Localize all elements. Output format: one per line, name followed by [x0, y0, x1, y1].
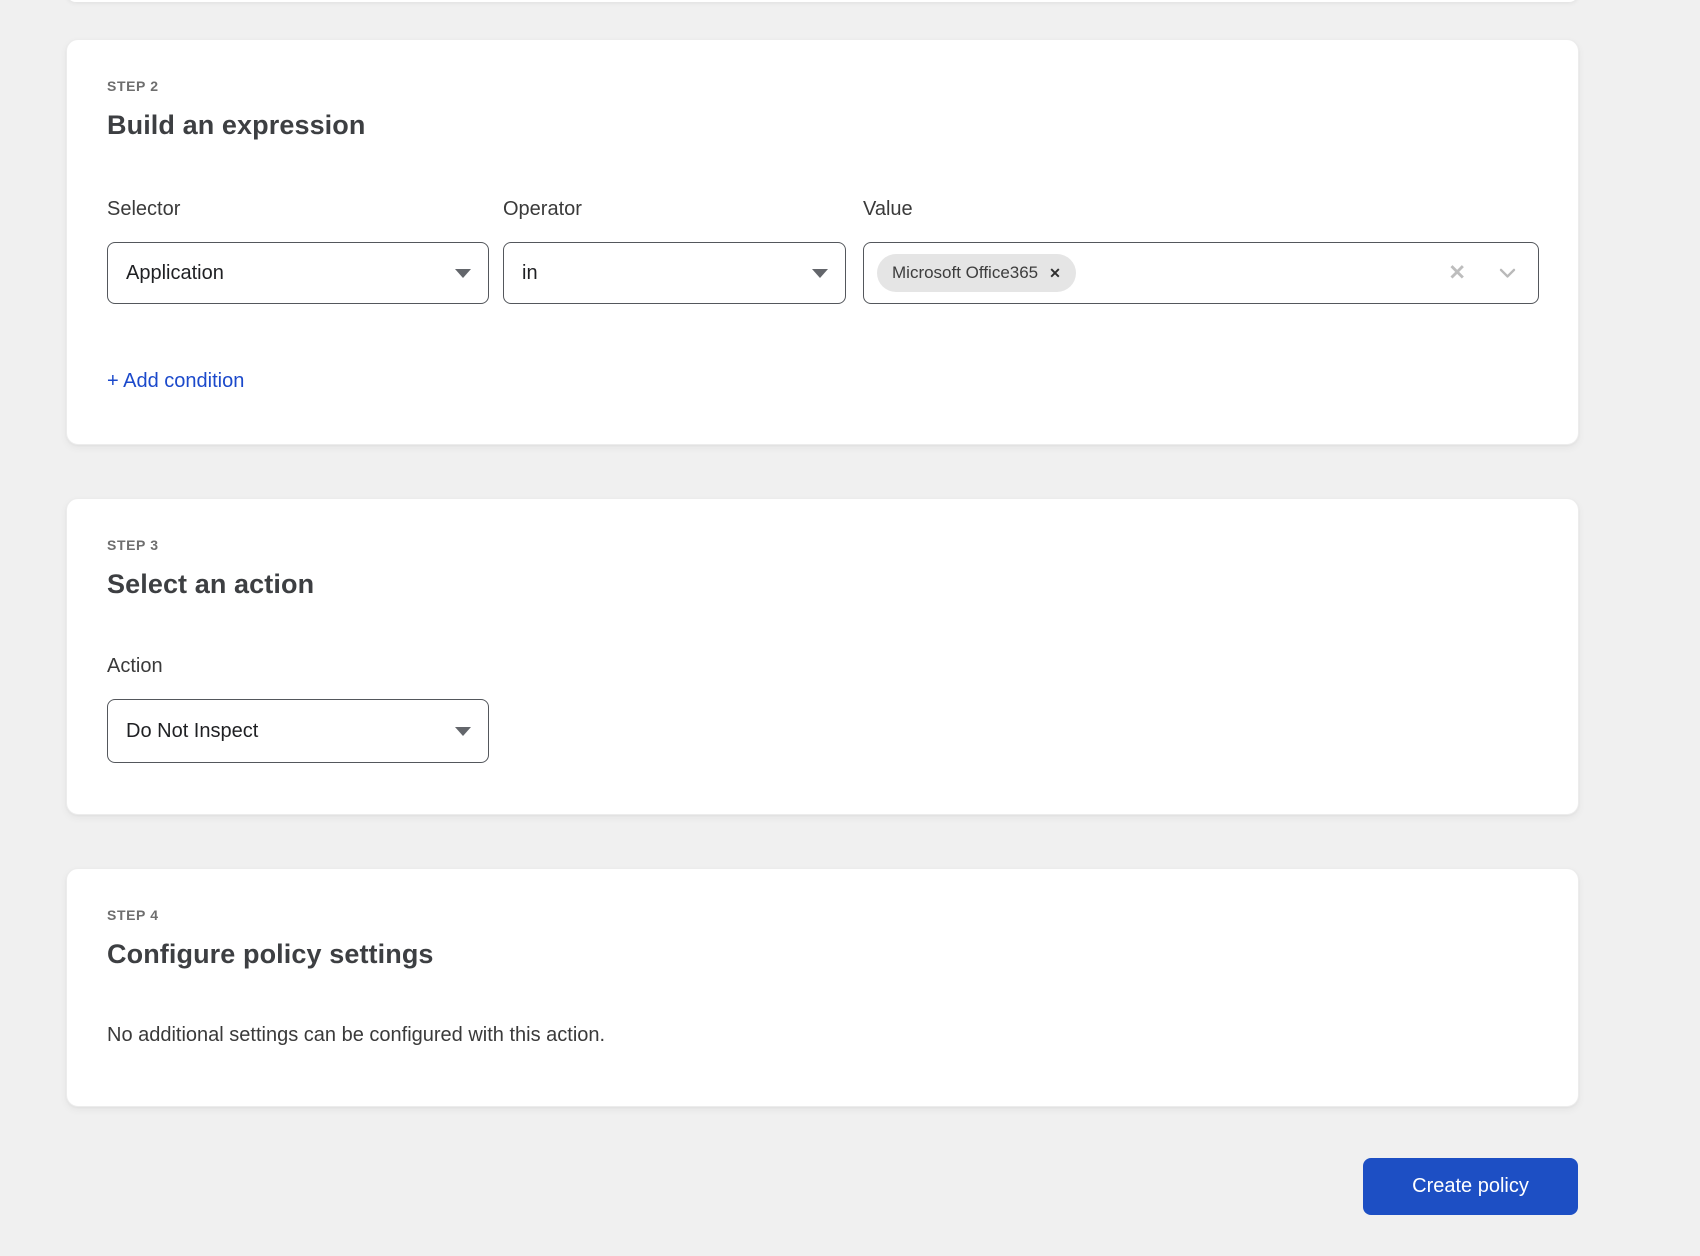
operator-dropdown-value: in — [522, 262, 538, 285]
step4-label: STEP 4 — [107, 907, 159, 923]
selected-value-tag-label: Microsoft Office365 — [892, 263, 1038, 283]
clear-selection-icon[interactable]: ✕ — [1448, 263, 1466, 284]
selector-dropdown-value: Application — [126, 262, 224, 285]
selector-field-label: Selector — [107, 198, 180, 221]
action-field-label: Action — [107, 655, 163, 678]
settings-note-text: No additional settings can be configured… — [107, 1024, 605, 1047]
tag-remove-icon[interactable]: ✕ — [1049, 266, 1061, 280]
previous-card-bottom-edge — [66, 0, 1579, 2]
dropdown-caret-icon — [455, 269, 471, 278]
create-policy-button[interactable]: Create policy — [1363, 1158, 1578, 1215]
selected-value-tag: Microsoft Office365 ✕ — [877, 254, 1076, 292]
step2-card: STEP 2 Build an expression Selector Oper… — [66, 39, 1579, 445]
action-dropdown-value: Do Not Inspect — [126, 720, 258, 743]
step2-label: STEP 2 — [107, 78, 159, 94]
chevron-down-icon[interactable] — [1499, 268, 1516, 279]
add-condition-link[interactable]: + Add condition — [107, 370, 244, 393]
selector-dropdown[interactable]: Application — [107, 242, 489, 304]
value-field-label: Value — [863, 198, 913, 221]
step2-title: Build an expression — [107, 110, 365, 141]
step4-card: STEP 4 Configure policy settings No addi… — [66, 868, 1579, 1107]
step4-title: Configure policy settings — [107, 939, 434, 970]
step3-label: STEP 3 — [107, 537, 159, 553]
dropdown-caret-icon — [455, 727, 471, 736]
value-multiselect-input[interactable]: Microsoft Office365 ✕ ✕ — [863, 242, 1539, 304]
step3-card: STEP 3 Select an action Action Do Not In… — [66, 498, 1579, 815]
step3-title: Select an action — [107, 569, 314, 600]
operator-dropdown[interactable]: in — [503, 242, 846, 304]
dropdown-caret-icon — [812, 269, 828, 278]
action-dropdown[interactable]: Do Not Inspect — [107, 699, 489, 763]
operator-field-label: Operator — [503, 198, 582, 221]
